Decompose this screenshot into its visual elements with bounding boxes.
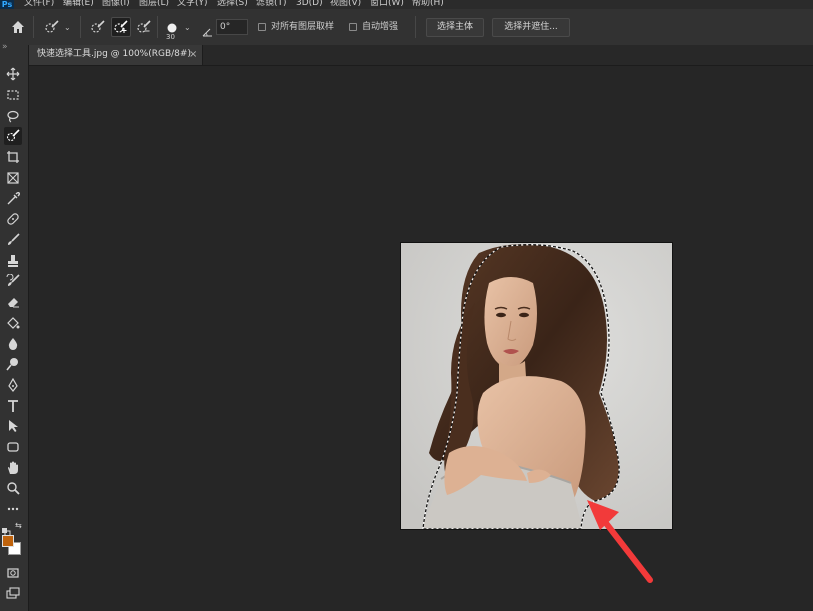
add-to-selection-icon[interactable]: [111, 17, 131, 37]
eyedropper-icon[interactable]: [4, 190, 22, 208]
menu-select[interactable]: 选择(S): [217, 0, 248, 9]
angle-input[interactable]: 0°: [216, 19, 248, 35]
tools-panel: » ⇆: [0, 42, 29, 611]
blur-icon[interactable]: [4, 335, 22, 353]
brush-size-value: 30: [166, 33, 175, 41]
foreground-color-swatch[interactable]: [2, 535, 14, 547]
pen-icon[interactable]: [4, 376, 22, 394]
frame-icon[interactable]: [4, 169, 22, 187]
document-image[interactable]: [400, 242, 673, 530]
dodge-icon[interactable]: [4, 355, 22, 373]
menu-image[interactable]: 图像(I): [102, 0, 130, 9]
shape-icon[interactable]: [4, 438, 22, 456]
menu-3d[interactable]: 3D(D): [296, 0, 323, 9]
select-and-mask-button[interactable]: 选择并遮住...: [492, 18, 570, 37]
hand-icon[interactable]: [4, 459, 22, 477]
marquee-icon[interactable]: [4, 86, 22, 104]
chevron-down-icon[interactable]: ⌄: [64, 23, 71, 32]
quick-selection-icon[interactable]: [4, 127, 22, 145]
portrait-photo: [401, 243, 672, 529]
options-bar: ⌄ 30 ⌄ 0° 对所有图层取样 自动增强 选择主体 选择并遮住...: [0, 9, 813, 46]
menu-window[interactable]: 窗口(W): [370, 0, 404, 9]
separator: [157, 16, 158, 38]
auto-enhance-checkbox[interactable]: [349, 23, 357, 31]
menu-file[interactable]: 文件(F): [24, 0, 54, 9]
swap-colors-icon[interactable]: ⇆: [15, 521, 22, 530]
paint-bucket-icon[interactable]: [4, 314, 22, 332]
menu-bar: Ps 文件(F) 编辑(E) 图像(I) 图层(L) 文字(Y) 选择(S) 滤…: [0, 0, 813, 9]
new-selection-icon[interactable]: [88, 17, 108, 37]
brush-icon[interactable]: [4, 231, 22, 249]
angle-icon: [202, 22, 213, 41]
history-brush-icon[interactable]: [4, 272, 22, 290]
menu-filter[interactable]: 滤镜(T): [256, 0, 287, 9]
sample-all-layers-label: 对所有图层取样: [271, 22, 335, 32]
menu-edit[interactable]: 编辑(E): [63, 0, 94, 9]
select-subject-button[interactable]: 选择主体: [426, 18, 484, 37]
menu-layer[interactable]: 图层(L): [139, 0, 169, 9]
document-tab[interactable]: 快速选择工具.jpg @ 100%(RGB/8#) ×: [29, 45, 203, 65]
healing-icon[interactable]: [4, 210, 22, 228]
eraser-icon[interactable]: [4, 293, 22, 311]
collapse-panel-icon[interactable]: »: [2, 42, 8, 52]
menu-view[interactable]: 视图(V): [330, 0, 361, 9]
photoshop-logo-icon: Ps: [0, 0, 14, 9]
document-tab-title: 快速选择工具.jpg @ 100%(RGB/8#): [37, 49, 191, 59]
quick-selection-preset-icon[interactable]: [42, 17, 62, 37]
type-icon[interactable]: [4, 397, 22, 415]
lasso-icon[interactable]: [4, 107, 22, 125]
crop-icon[interactable]: [4, 148, 22, 166]
more-icon[interactable]: [4, 500, 22, 518]
subtract-from-selection-icon[interactable]: [134, 17, 154, 37]
document-tab-bar: 快速选择工具.jpg @ 100%(RGB/8#) ×: [29, 45, 813, 66]
auto-enhance-label: 自动增强: [362, 22, 399, 32]
sample-all-layers-checkbox[interactable]: [258, 23, 266, 31]
separator: [33, 16, 34, 38]
separator: [415, 16, 416, 38]
home-icon[interactable]: [8, 17, 28, 37]
zoom-icon[interactable]: [4, 479, 22, 497]
path-select-icon[interactable]: [4, 417, 22, 435]
menu-type[interactable]: 文字(Y): [177, 0, 208, 9]
menu-help[interactable]: 帮助(H): [412, 0, 444, 9]
screen-mode-icon[interactable]: [4, 584, 22, 602]
quick-mask-icon[interactable]: [4, 564, 22, 582]
close-icon[interactable]: ×: [189, 48, 197, 61]
separator: [80, 16, 81, 38]
chevron-down-icon[interactable]: ⌄: [184, 23, 191, 32]
move-icon[interactable]: [4, 65, 22, 83]
stamp-icon[interactable]: [4, 252, 22, 270]
